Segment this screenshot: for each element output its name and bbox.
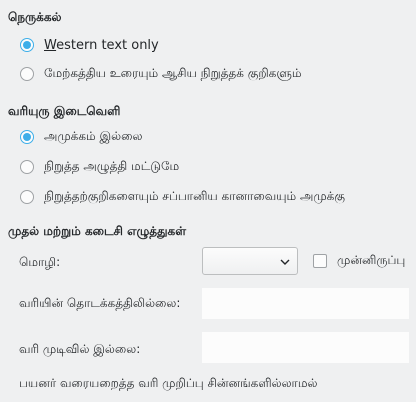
radio-label: நிறுத்த அழுத்தி மட்டுமே xyxy=(44,159,180,173)
no-user-defined-line-break-label: பயனர் வரையறைத்த வரி முறிப்பு சின்னங்களில… xyxy=(19,376,318,390)
radio-compress-punctuation-only[interactable]: நிறுத்த அழுத்தி மட்டுமே xyxy=(20,157,179,177)
radio-indicator[interactable] xyxy=(20,190,34,204)
radio-indicator[interactable] xyxy=(20,67,34,81)
first-last-section-title: முதல் மற்றும் கடைசி எழுத்துகள் xyxy=(8,224,187,238)
radio-label: மேற்கத்திய உரையும் ஆசிய நிறுத்தக் குறிகள… xyxy=(44,66,302,80)
not-at-start-input[interactable] xyxy=(202,288,409,319)
chevron-down-icon xyxy=(280,259,290,265)
radio-western-and-asian-punctuation[interactable]: மேற்கத்திய உரையும் ஆசிய நிறுத்தக் குறிகள… xyxy=(20,64,301,84)
radio-indicator[interactable] xyxy=(20,160,34,174)
default-checkbox-row[interactable]: முன்னிருப்பு xyxy=(313,252,405,270)
radio-label: அமுக்கம் இல்லை xyxy=(44,129,143,143)
radio-no-compression[interactable]: அமுக்கம் இல்லை xyxy=(20,127,142,147)
not-at-end-label: வரி முடிவில் இல்லை: xyxy=(19,342,141,356)
spacing-section-title: வரியுரு இடைவெளி xyxy=(8,104,121,118)
radio-label: நிறுத்தற்குறிகளையும் சப்பானிய கானாவையும்… xyxy=(44,189,345,203)
language-combobox[interactable] xyxy=(202,247,298,275)
radio-western-text-only[interactable]: Western text only xyxy=(20,35,159,55)
radio-indicator[interactable] xyxy=(20,38,34,52)
not-at-start-label: வரியின் தொடக்கத்திலில்லை: xyxy=(19,296,181,310)
default-checkbox[interactable] xyxy=(313,254,327,268)
radio-label: Western text only xyxy=(44,37,159,53)
not-at-end-input[interactable] xyxy=(202,332,409,363)
radio-compress-punctuation-and-kana[interactable]: நிறுத்தற்குறிகளையும் சப்பானிய கானாவையும்… xyxy=(20,187,345,207)
language-label: மொழி: xyxy=(19,255,61,269)
wrapping-section-title: நெருக்கல் xyxy=(8,10,62,24)
default-checkbox-label: முன்னிருப்பு xyxy=(337,253,406,267)
radio-indicator[interactable] xyxy=(20,130,34,144)
